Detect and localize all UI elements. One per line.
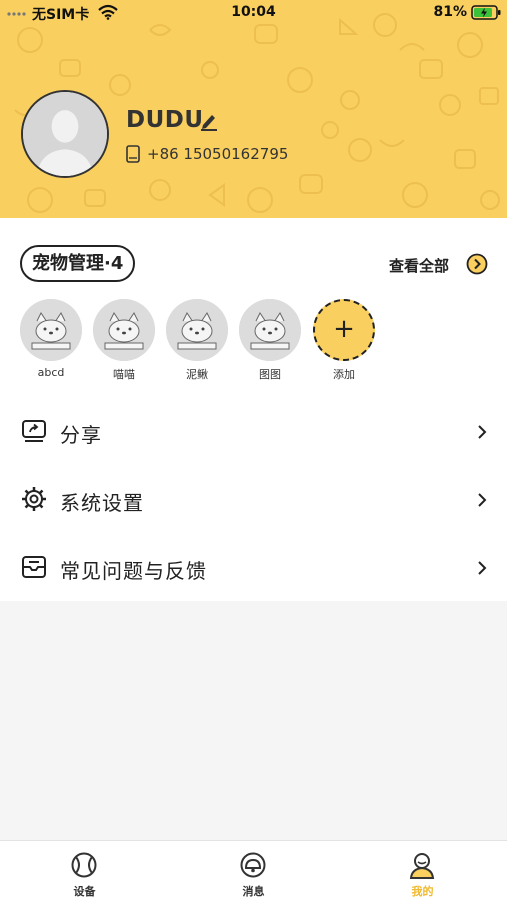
dog-icon xyxy=(93,299,155,361)
pet-item[interactable]: 泥鳅 xyxy=(166,299,228,389)
bottom-tab-bar: 设备 消息 我的 xyxy=(0,840,507,900)
pet-avatar[interactable] xyxy=(239,299,301,361)
edit-pencil-icon[interactable] xyxy=(200,111,218,131)
menu-label: 分享 xyxy=(60,423,102,447)
profile-header: 无SIM卡 10:04 81% DUDU +86 15050162795 xyxy=(0,0,507,218)
phone-icon xyxy=(126,145,140,163)
chevron-right-icon xyxy=(478,561,487,575)
ball-icon xyxy=(71,852,97,878)
arrow-circle-right-icon[interactable] xyxy=(466,253,488,275)
bell-icon xyxy=(240,852,266,878)
status-time: 10:04 xyxy=(231,4,276,20)
pet-management-title: 宠物管理·4 xyxy=(20,245,136,282)
gear-icon xyxy=(22,487,46,511)
dog-icon xyxy=(166,299,228,361)
status-bar: 无SIM卡 10:04 81% xyxy=(0,0,507,26)
tab-mine[interactable]: 我的 xyxy=(338,841,507,900)
battery-percentage: 81% xyxy=(433,4,467,20)
person-icon xyxy=(409,853,435,879)
menu-label: 系统设置 xyxy=(60,491,144,515)
battery-charging-icon xyxy=(471,5,501,20)
feedback-icon xyxy=(22,556,46,578)
pet-avatar[interactable] xyxy=(20,299,82,361)
pet-item[interactable]: 喵喵 xyxy=(93,299,155,389)
pet-avatar[interactable] xyxy=(166,299,228,361)
username: DUDU xyxy=(126,107,204,133)
menu-item-share[interactable]: 分享 xyxy=(0,398,507,466)
pet-name: 图图 xyxy=(259,368,281,381)
pet-name: 泥鳅 xyxy=(186,368,208,381)
user-avatar[interactable] xyxy=(21,90,109,178)
pet-avatar[interactable] xyxy=(93,299,155,361)
default-avatar-icon xyxy=(23,92,107,176)
pet-name: 喵喵 xyxy=(113,368,135,381)
pet-item[interactable]: abcd xyxy=(20,299,82,389)
share-icon xyxy=(22,420,46,442)
add-pet-button[interactable]: + xyxy=(313,299,375,361)
menu-item-faq-feedback[interactable]: 常见问题与反馈 xyxy=(0,534,507,602)
dog-icon xyxy=(239,299,301,361)
pet-management-section: 宠物管理·4 查看全部 abcd 喵喵 泥鳅 图图 + 添加 xyxy=(0,218,507,398)
pet-item[interactable]: 图图 xyxy=(239,299,301,389)
view-all-link[interactable]: 查看全部 xyxy=(389,255,449,276)
chevron-right-icon xyxy=(478,493,487,507)
tab-messages[interactable]: 消息 xyxy=(169,841,338,900)
add-pet-label: 添加 xyxy=(333,368,355,381)
add-pet-item[interactable]: + 添加 xyxy=(313,299,375,389)
tab-label: 消息 xyxy=(242,885,265,898)
pet-name: abcd xyxy=(37,366,65,379)
tab-label: 设备 xyxy=(73,885,96,898)
tab-label: 我的 xyxy=(411,885,434,898)
tab-devices[interactable]: 设备 xyxy=(0,841,169,900)
menu-label: 常见问题与反馈 xyxy=(60,559,207,583)
dog-icon xyxy=(20,299,82,361)
settings-menu: 分享 系统设置 常见问题与反馈 xyxy=(0,398,507,601)
phone-number: +86 15050162795 xyxy=(147,145,289,163)
chevron-right-icon xyxy=(478,425,487,439)
menu-item-system-settings[interactable]: 系统设置 xyxy=(0,466,507,534)
